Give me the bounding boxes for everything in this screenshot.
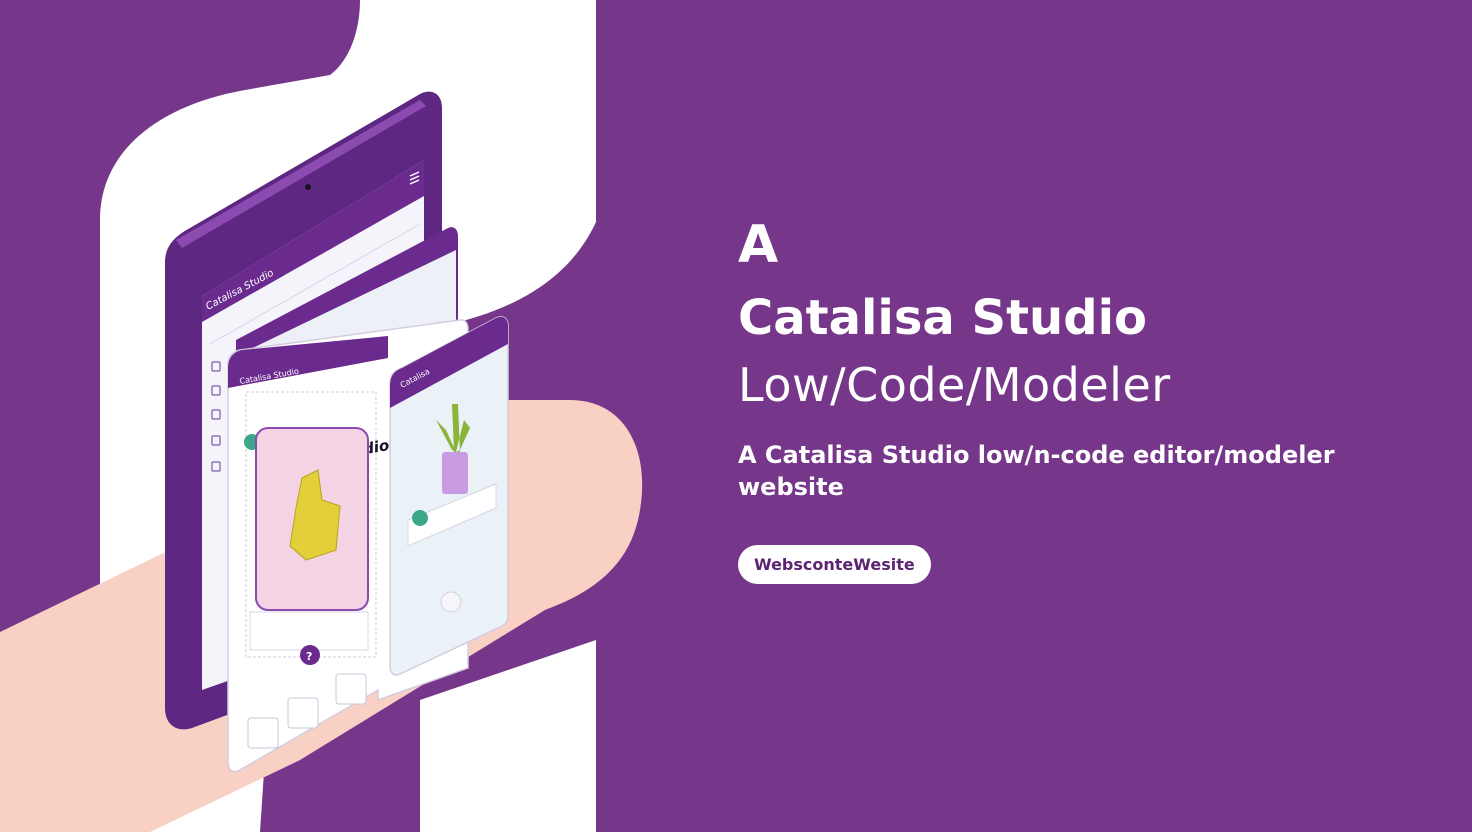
help-icon: ?: [306, 650, 312, 663]
small-phone-device: Catalisa: [389, 316, 509, 676]
hero-title: Catalisa Studio: [738, 290, 1148, 346]
bottom-option-button[interactable]: [247, 717, 279, 749]
bottom-option-button[interactable]: [287, 697, 319, 729]
small-phone-home-button[interactable]: [440, 591, 462, 613]
bottom-option-button[interactable]: [335, 673, 367, 705]
hero-subtitle: Low/Code/Modeler: [738, 358, 1171, 412]
website-button[interactable]: WebsconteWesite: [738, 545, 931, 584]
hero-letter: A: [738, 215, 779, 275]
hero-section: A Catalisa Studio Low/Code/Modeler A Cat…: [738, 210, 1418, 584]
card-footer-row: [249, 611, 369, 651]
tablet-camera: [305, 184, 311, 190]
small-check-icon[interactable]: [412, 510, 428, 526]
plant-pot: [442, 452, 468, 494]
hero-description: A Catalisa Studio low/n-code editor/mode…: [738, 441, 1335, 501]
